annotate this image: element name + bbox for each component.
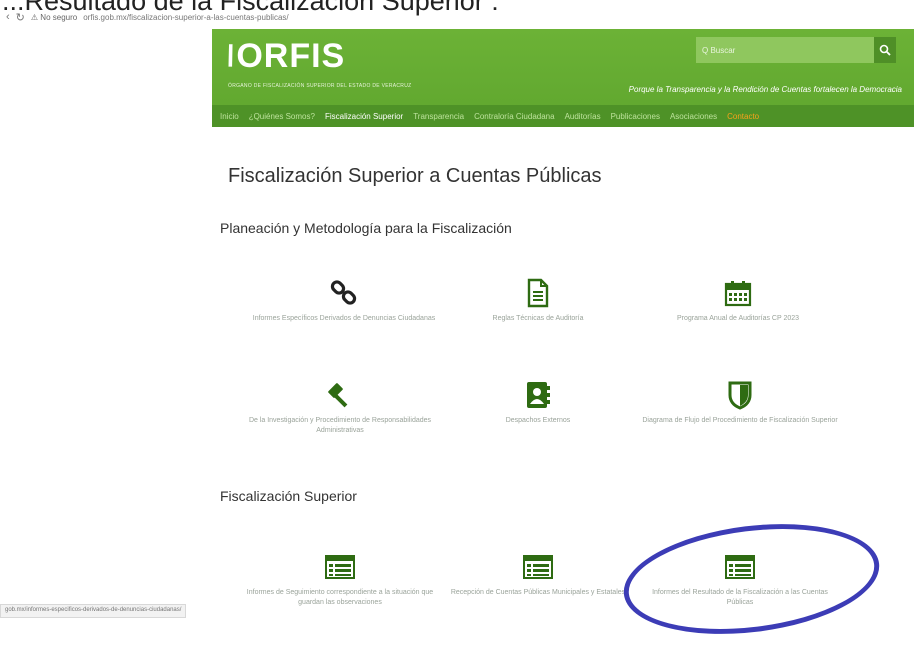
url-text[interactable]: orfis.gob.mx/fiscalizacion-superior-a-la… xyxy=(83,13,288,22)
tile-informes-especificos[interactable]: Informes Específicos Derivados de Denunc… xyxy=(244,276,444,324)
list-icon xyxy=(640,550,840,584)
calendar-icon xyxy=(638,276,838,310)
website: \ ORFIS ÓRGANO DE FISCALIZACIÓN SUPERIOR… xyxy=(212,29,914,127)
list-icon xyxy=(438,550,638,584)
search-icon xyxy=(879,44,891,56)
site-logo[interactable]: \ ORFIS xyxy=(223,37,346,76)
tile-label: Programa Anual de Auditorías CP 2023 xyxy=(676,315,800,322)
tile-recepcion-cuentas[interactable]: Recepción de Cuentas Públicas Municipale… xyxy=(438,550,638,598)
site-header: \ ORFIS ÓRGANO DE FISCALIZACIÓN SUPERIOR… xyxy=(212,29,914,127)
tile-despachos-externos[interactable]: Despachos Externos xyxy=(438,378,638,426)
search-button[interactable] xyxy=(874,37,896,63)
status-bar-url: gob.mx/informes-especificos-derivados-de… xyxy=(0,604,187,618)
tile-label: Diagrama de Flujo del Procedimiento de F… xyxy=(642,417,838,424)
menu-item-contacto[interactable]: Contacto xyxy=(727,112,759,121)
tile-label: Informes del Resultado de la Fiscalizaci… xyxy=(652,589,828,606)
tile-informes-seguimiento[interactable]: Informes de Seguimiento correspondiente … xyxy=(240,550,440,608)
contact-book-icon xyxy=(438,378,638,412)
tile-label: Informes Específicos Derivados de Denunc… xyxy=(252,315,436,322)
reload-icon[interactable]: ↻ xyxy=(16,11,25,24)
search-box xyxy=(696,37,896,63)
tile-label: Reglas Técnicas de Auditoría xyxy=(492,315,584,322)
tile-informes-resultado[interactable]: Informes del Resultado de la Fiscalizaci… xyxy=(640,550,840,608)
section-heading-fiscalizacion: Fiscalización Superior xyxy=(220,488,357,504)
site-slogan: Porque la Transparencia y la Rendición d… xyxy=(628,85,902,94)
menu-item-fiscalizacion[interactable]: Fiscalización Superior xyxy=(325,112,403,121)
tile-label: Despachos Externos xyxy=(505,417,571,424)
tile-label: Informes de Seguimiento correspondiente … xyxy=(246,589,434,606)
section-heading-planeacion: Planeación y Metodología para la Fiscali… xyxy=(220,220,512,236)
list-icon xyxy=(240,550,440,584)
document-icon xyxy=(438,276,638,310)
menu-item-transparencia[interactable]: Transparencia xyxy=(413,112,464,121)
menu-item-publicaciones[interactable]: Publicaciones xyxy=(611,112,660,121)
search-input[interactable] xyxy=(696,37,874,63)
tile-reglas-tecnicas[interactable]: Reglas Técnicas de Auditoría xyxy=(438,276,638,324)
back-arrow-icon[interactable]: ‹ xyxy=(6,11,10,23)
screenshot-root: ...Resultado de la Fiscalización Superio… xyxy=(0,0,914,645)
tile-label: De la Investigación y Procedimiento de R… xyxy=(248,417,432,434)
security-warning[interactable]: ⚠ No seguro xyxy=(31,13,77,22)
menu-item-inicio[interactable]: Inicio xyxy=(220,112,239,121)
main-menu: Inicio ¿Quiénes Somos? Fiscalización Sup… xyxy=(212,105,914,127)
shield-icon xyxy=(640,378,840,412)
browser-address-bar: ‹ ↻ ⚠ No seguro orfis.gob.mx/fiscalizaci… xyxy=(0,10,289,24)
tile-investigacion[interactable]: De la Investigación y Procedimiento de R… xyxy=(240,378,440,436)
gavel-icon xyxy=(240,378,440,412)
menu-item-asociaciones[interactable]: Asociaciones xyxy=(670,112,717,121)
menu-item-contraloria[interactable]: Contraloría Ciudadana xyxy=(474,112,555,121)
menu-item-quienes-somos[interactable]: ¿Quiénes Somos? xyxy=(249,112,315,121)
page-title: Fiscalización Superior a Cuentas Pública… xyxy=(228,165,602,187)
logo-text: ORFIS xyxy=(236,37,346,75)
menu-item-auditorias[interactable]: Auditorías xyxy=(565,112,601,121)
link-icon xyxy=(244,276,444,310)
security-warning-label: No seguro xyxy=(40,12,78,22)
logo-subtitle: ÓRGANO DE FISCALIZACIÓN SUPERIOR DEL EST… xyxy=(228,83,412,89)
tile-label: Recepción de Cuentas Públicas Municipale… xyxy=(450,589,626,596)
tile-diagrama-flujo[interactable]: Diagrama de Flujo del Procedimiento de F… xyxy=(640,378,840,426)
tile-programa-anual[interactable]: Programa Anual de Auditorías CP 2023 xyxy=(638,276,838,324)
